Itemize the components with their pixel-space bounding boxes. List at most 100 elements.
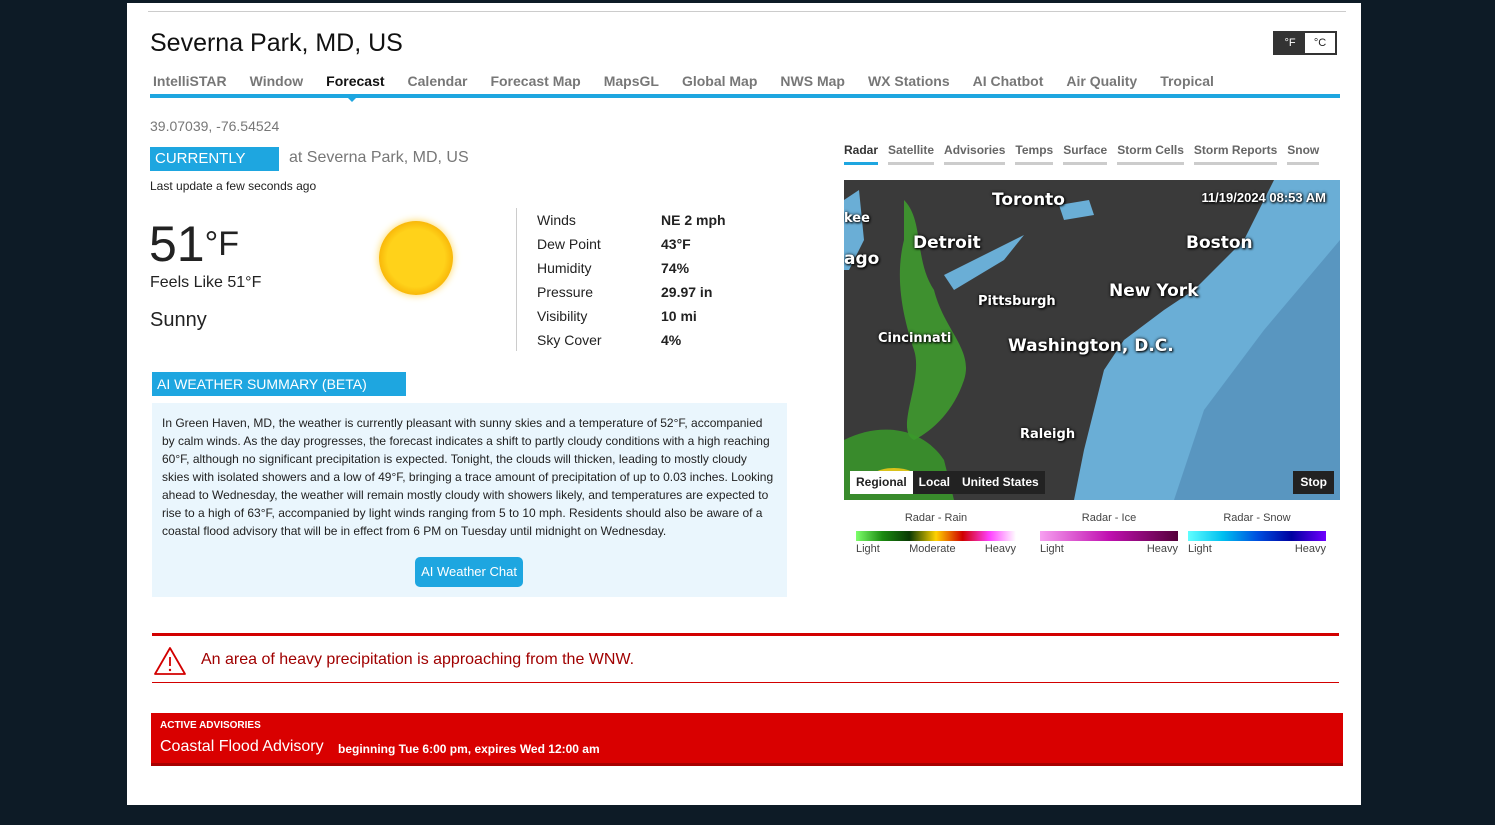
legend-label: Moderate — [909, 543, 956, 555]
current-temp: 51°F — [149, 215, 239, 273]
nav-ai-chatbot[interactable]: AI Chatbot — [970, 73, 1044, 94]
temp-unit: °F — [204, 225, 239, 263]
nav-nws-map[interactable]: NWS Map — [777, 73, 845, 94]
tab-surface[interactable]: Surface — [1063, 143, 1108, 165]
obs-label: Pressure — [537, 284, 594, 300]
page-title: Severna Park, MD, US — [150, 29, 403, 57]
nav-wx-stations[interactable]: WX Stations — [865, 73, 950, 94]
obs-value: 29.97 in — [661, 284, 713, 300]
legend-snow: Radar - Snow Light Heavy — [1188, 512, 1326, 555]
radar-map[interactable]: Toronto Detroit Boston New York Pittsbur… — [844, 180, 1340, 500]
active-advisories[interactable]: ACTIVE ADVISORIES Coastal Flood Advisory… — [151, 713, 1343, 766]
tab-advisories[interactable]: Advisories — [944, 143, 1006, 165]
local-button[interactable]: Local — [913, 471, 956, 494]
ai-summary-text: In Green Haven, MD, the weather is curre… — [162, 416, 774, 538]
obs-row: Dew Point 43°F — [537, 232, 726, 256]
nav-forecast[interactable]: Forecast — [323, 73, 385, 102]
nav-global-map[interactable]: Global Map — [679, 73, 757, 94]
coordinates: 39.07039, -76.54524 — [150, 118, 280, 134]
obs-value: 43°F — [661, 236, 691, 252]
ai-summary-title: AI WEATHER SUMMARY (BETA) — [152, 372, 406, 396]
city-label: Raleigh — [1020, 427, 1076, 442]
unit-f-button[interactable]: °F — [1275, 33, 1305, 53]
city-label: Boston — [1186, 233, 1253, 253]
obs-label: Winds — [537, 212, 576, 228]
nav-tropical[interactable]: Tropical — [1157, 73, 1214, 94]
tab-storm-cells[interactable]: Storm Cells — [1117, 143, 1184, 165]
tab-temps[interactable]: Temps — [1015, 143, 1054, 165]
city-label: ago — [844, 249, 880, 269]
advisory-detail: beginning Tue 6:00 pm, expires Wed 12:00… — [338, 742, 600, 756]
ai-weather-chat-button[interactable]: AI Weather Chat — [415, 557, 523, 587]
ai-summary-box: In Green Haven, MD, the weather is curre… — [152, 403, 787, 597]
obs-row: Humidity 74% — [537, 256, 726, 280]
condition: Sunny — [150, 309, 207, 331]
legend-bar — [856, 531, 1016, 541]
nav-forecast-map[interactable]: Forecast Map — [487, 73, 580, 94]
divider — [516, 208, 517, 351]
tab-snow[interactable]: Snow — [1287, 143, 1320, 165]
regional-button[interactable]: Regional — [850, 471, 913, 494]
nav-window[interactable]: Window — [247, 73, 304, 94]
obs-value: 10 mi — [661, 308, 697, 324]
legend-ice: Radar - Ice Light Heavy — [1040, 512, 1178, 555]
main-nav: IntelliSTAR Window Forecast Calendar For… — [150, 73, 1340, 102]
map-timestamp: 11/19/2024 08:53 AM — [1201, 190, 1326, 205]
currently-badge: CURRENTLY — [150, 147, 279, 171]
obs-row: Pressure 29.97 in — [537, 280, 726, 304]
nav-air-quality[interactable]: Air Quality — [1063, 73, 1137, 94]
observations: Winds NE 2 mph Dew Point 43°F Humidity 74% Pre… — [537, 208, 726, 352]
current-location: at Severna Park, MD, US — [289, 149, 469, 166]
legend-title: Radar - Ice — [1081, 512, 1137, 524]
city-label: Cincinnati — [878, 331, 952, 346]
obs-value: 74% — [661, 260, 690, 276]
alert-text: An area of heavy precipitation is approa… — [201, 651, 635, 668]
precip-alert: An area of heavy precipitation is approa… — [152, 633, 1339, 683]
legend-label: Light — [1040, 543, 1064, 555]
obs-label: Visibility — [537, 308, 588, 324]
page-card: Severna Park, MD, US °F °C IntelliSTAR W… — [127, 3, 1361, 805]
city-label: Toronto — [992, 190, 1065, 210]
city-label: Washington, D.C. — [1008, 336, 1174, 356]
divider — [148, 11, 1346, 12]
tab-satellite[interactable]: Satellite — [888, 143, 935, 165]
warning-triangle-icon — [154, 647, 186, 675]
legend-label: Heavy — [1146, 543, 1178, 555]
obs-label: Sky Cover — [537, 332, 602, 348]
temp-value: 51 — [149, 216, 205, 272]
last-update: Last update a few seconds ago — [150, 179, 317, 193]
obs-row: Sky Cover 4% — [537, 328, 726, 352]
advisories-heading: ACTIVE ADVISORIES — [160, 720, 261, 731]
legend-label: Heavy — [1294, 543, 1326, 555]
nav-mapsgl[interactable]: MapsGL — [601, 73, 659, 94]
nav-calendar[interactable]: Calendar — [405, 73, 468, 94]
unit-toggle[interactable]: °F °C — [1273, 31, 1337, 55]
city-label: kee — [844, 211, 870, 226]
united-states-button[interactable]: United States — [956, 471, 1045, 494]
nav-intellistar[interactable]: IntelliSTAR — [150, 73, 227, 94]
legend-bar — [1040, 531, 1178, 541]
sun-icon — [379, 221, 453, 295]
advisory-name[interactable]: Coastal Flood Advisory — [160, 738, 324, 756]
legend-label: Light — [1188, 543, 1212, 555]
city-label: Pittsburgh — [978, 294, 1056, 309]
unit-c-button[interactable]: °C — [1305, 33, 1335, 53]
obs-row: Visibility 10 mi — [537, 304, 726, 328]
map-scope-buttons: Regional Local United States — [850, 471, 1045, 494]
legend-rain: Radar - Rain Light Moderate Heavy — [856, 512, 1016, 555]
legend-title: Radar - Rain — [904, 512, 968, 524]
obs-label: Humidity — [537, 260, 592, 276]
feels-like: Feels Like 51°F — [150, 274, 262, 291]
stop-button[interactable]: Stop — [1293, 471, 1334, 494]
legend-title: Radar - Snow — [1223, 512, 1291, 524]
tab-storm-reports[interactable]: Storm Reports — [1193, 143, 1278, 165]
tab-radar[interactable]: Radar — [844, 143, 879, 165]
city-label: New York — [1109, 281, 1199, 301]
legend-label: Light — [856, 543, 880, 555]
map-tabs: Radar Satellite Advisories Temps Surface… — [844, 143, 1329, 165]
legend-label: Heavy — [984, 543, 1016, 555]
obs-value: NE 2 mph — [661, 212, 726, 228]
obs-label: Dew Point — [537, 236, 601, 252]
legend-bar — [1188, 531, 1326, 541]
obs-value: 4% — [661, 332, 682, 348]
